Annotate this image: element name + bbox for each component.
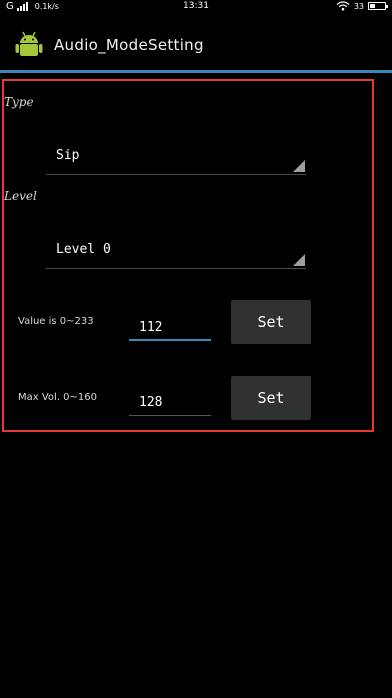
value-range-label: Value is 0~233 [18, 316, 94, 327]
action-bar-divider [0, 70, 392, 73]
dropdown-arrow-icon [293, 254, 305, 266]
set-value-button[interactable]: Set [231, 300, 311, 344]
value-input-underline [129, 339, 211, 341]
app-title: Audio_ModeSetting [54, 36, 204, 54]
max-vol-label: Max Vol. 0~160 [18, 392, 97, 403]
value-input[interactable]: 112 [129, 315, 211, 341]
max-vol-input[interactable]: 128 [129, 390, 211, 416]
net-speed: 0.1k/s [34, 2, 59, 11]
level-spinner-value: Level 0 [56, 242, 111, 257]
action-bar: Audio_ModeSetting [0, 14, 392, 70]
status-left: G 0.1k/s [6, 1, 59, 12]
max-vol-input-underline [129, 415, 211, 416]
status-clock: 13:31 [183, 1, 209, 11]
signal-icon [16, 2, 28, 11]
type-label: Type [4, 95, 34, 109]
value-input-text: 112 [139, 320, 163, 335]
wifi-icon [336, 1, 350, 11]
level-spinner[interactable]: Level 0 [46, 238, 306, 269]
battery-icon [368, 2, 388, 10]
type-spinner[interactable]: Sip [46, 144, 306, 175]
battery-fill [370, 4, 375, 8]
status-right: 33 [336, 1, 388, 11]
set-max-vol-button[interactable]: Set [231, 376, 311, 420]
type-spinner-value: Sip [56, 148, 80, 163]
carrier-label: G [6, 1, 14, 12]
max-vol-input-text: 128 [139, 395, 163, 410]
level-label: Level [4, 189, 37, 203]
android-robot-icon [15, 31, 43, 56]
dropdown-arrow-icon [293, 160, 305, 172]
battery-percent: 33 [353, 1, 364, 11]
status-bar: G 0.1k/s 13:31 33 [0, 0, 392, 14]
